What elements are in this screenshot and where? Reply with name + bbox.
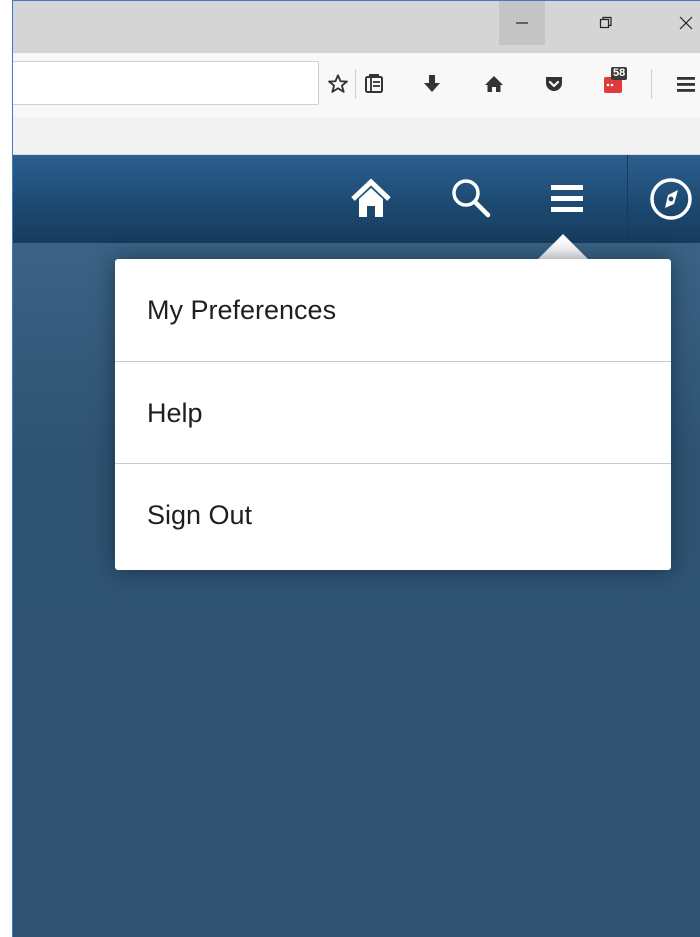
hamburger-menu-icon bbox=[677, 77, 695, 92]
menu-item-label: My Preferences bbox=[147, 294, 337, 325]
home-icon bbox=[485, 76, 503, 92]
title-bar bbox=[13, 1, 700, 53]
search-icon bbox=[452, 179, 491, 218]
extension-button[interactable]: 58 bbox=[601, 67, 628, 97]
toolbar-separator bbox=[355, 69, 356, 99]
menu-item-label: Sign Out bbox=[147, 499, 253, 530]
menu-icon bbox=[551, 185, 583, 212]
minimize-button[interactable] bbox=[499, 1, 545, 45]
minimize-icon bbox=[516, 22, 528, 24]
pocket-icon bbox=[546, 77, 562, 91]
restore-icon bbox=[599, 16, 612, 29]
dropdown-pointer bbox=[537, 234, 589, 260]
browser-window: 58 My Preferences Help Sign Out bbox=[12, 0, 700, 937]
browser-menu-button[interactable] bbox=[673, 71, 699, 97]
header-separator bbox=[627, 155, 628, 243]
actions-dropdown-menu: My Preferences Help Sign Out bbox=[115, 259, 671, 570]
menu-item-sign-out[interactable]: Sign Out bbox=[115, 464, 671, 566]
menu-item-label: Help bbox=[147, 397, 203, 428]
close-button[interactable] bbox=[663, 1, 700, 45]
download-icon bbox=[424, 75, 440, 92]
bookmark-star-button[interactable] bbox=[325, 71, 351, 97]
bookmarks-strip bbox=[13, 117, 700, 155]
menu-item-my-preferences[interactable]: My Preferences bbox=[115, 259, 671, 361]
url-bar[interactable] bbox=[13, 61, 319, 105]
home-button[interactable] bbox=[481, 71, 507, 97]
app-home-button[interactable] bbox=[345, 173, 397, 225]
reader-list-button[interactable] bbox=[361, 71, 387, 97]
extension-badge-count: 58 bbox=[611, 67, 628, 80]
app-search-button[interactable] bbox=[445, 173, 497, 225]
home-icon bbox=[351, 178, 391, 217]
browser-toolbar: 58 bbox=[13, 53, 700, 117]
toolbar-separator bbox=[651, 69, 652, 99]
close-icon bbox=[679, 16, 693, 30]
app-navbar-button[interactable] bbox=[645, 173, 697, 225]
menu-item-help[interactable]: Help bbox=[115, 362, 671, 464]
pocket-button[interactable] bbox=[541, 71, 567, 97]
reader-list-icon bbox=[365, 74, 383, 93]
star-icon bbox=[328, 74, 348, 93]
app-actions-menu-button[interactable] bbox=[541, 173, 593, 225]
app-header bbox=[13, 155, 700, 243]
download-button[interactable] bbox=[419, 71, 445, 97]
compass-icon bbox=[650, 178, 692, 220]
restore-button[interactable] bbox=[583, 1, 629, 45]
